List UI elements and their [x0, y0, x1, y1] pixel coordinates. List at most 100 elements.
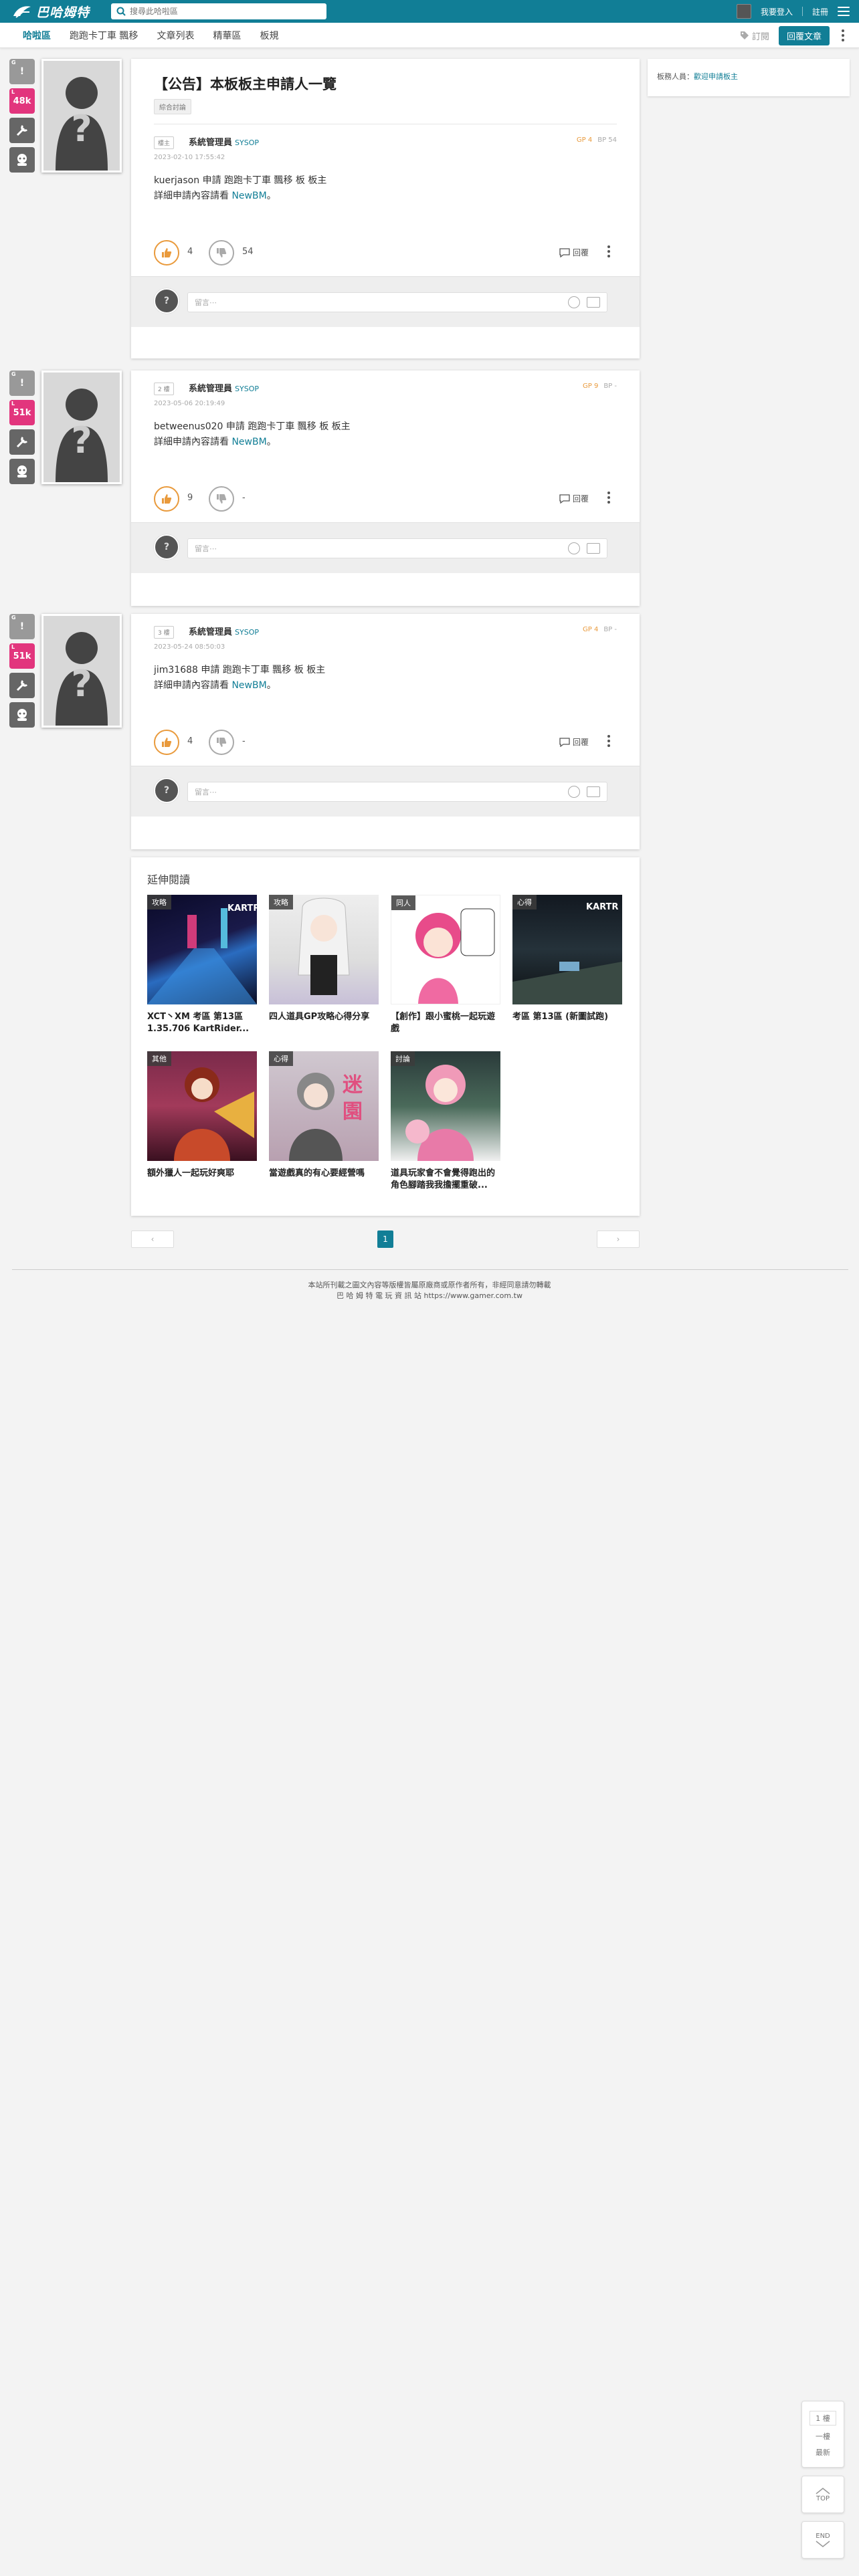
related-thumbnail[interactable]: 其他 — [147, 1051, 257, 1161]
related-thumbnail[interactable]: KARTR 攻略 — [147, 895, 257, 1004]
level-badge[interactable]: L 51k — [9, 643, 35, 669]
post-card: 2 樓 系統管理員 SYSOP GP 9 BP - 2023-05-06 20:19… — [131, 370, 640, 606]
search-box[interactable] — [111, 3, 326, 19]
emoji-icon[interactable] — [568, 296, 580, 308]
user-avatar[interactable] — [736, 4, 751, 19]
reply-button[interactable]: 回覆 — [559, 247, 589, 258]
related-card[interactable]: KARTR 心得 考區 第13區 (新圖試跑) — [512, 895, 622, 1023]
comment-bar: ? 留言⋯ — [131, 766, 640, 817]
newbm-link[interactable]: NewBM — [231, 191, 266, 201]
tools-badge-icon[interactable] — [9, 673, 35, 698]
login-link[interactable]: 我要登入 — [761, 6, 793, 17]
mascot-badge-icon[interactable] — [9, 459, 35, 484]
emoji-icon[interactable] — [568, 786, 580, 798]
author-avatar[interactable]: ? — [41, 614, 122, 728]
gp-button[interactable] — [154, 486, 179, 512]
related-thumbnail[interactable]: 攻略 — [269, 895, 379, 1004]
svg-text:?: ? — [71, 419, 92, 461]
author-avatar[interactable]: ? — [41, 59, 122, 173]
board-staff-card: 板務人員：歡迎申請板主 — [648, 59, 850, 96]
rank-badge[interactable]: G! — [9, 614, 35, 639]
author-uid[interactable]: SYSOP — [235, 628, 259, 637]
comment-input[interactable]: 留言⋯ — [187, 782, 607, 802]
unknown-user-icon: ? — [43, 372, 120, 482]
newbm-link[interactable]: NewBM — [231, 680, 266, 691]
back-to-top-button[interactable]: TOP — [801, 2476, 844, 2513]
thumbs-up-icon — [162, 248, 172, 257]
related-card[interactable]: 其他 額外獵人一起玩好爽耶 — [147, 1051, 257, 1180]
related-thumbnail[interactable]: 討論 — [391, 1051, 500, 1161]
related-card[interactable]: 同人 【創作】跟小蜜桃一起玩遊戲 — [391, 895, 500, 1035]
gp-button[interactable] — [154, 240, 179, 265]
image-upload-icon[interactable] — [587, 786, 600, 797]
more-options-icon[interactable] — [605, 492, 613, 504]
more-options-icon[interactable] — [605, 735, 613, 747]
next-page-button[interactable]: › — [597, 1230, 640, 1248]
author-name[interactable]: 系統管理員 SYSOP — [189, 135, 259, 148]
site-logo[interactable]: 巴哈姆特 — [12, 3, 99, 20]
related-card[interactable]: 攻略 四人道具GP攻略心得分享 — [269, 895, 379, 1023]
bp-count: 54 — [242, 247, 254, 257]
subscribe-button[interactable]: 訂閱 — [740, 29, 769, 42]
bp-button[interactable] — [209, 240, 234, 265]
search-icon[interactable] — [116, 7, 126, 16]
tools-badge-icon[interactable] — [9, 118, 35, 143]
bp-button[interactable] — [209, 486, 234, 512]
comment-input[interactable]: 留言⋯ — [187, 538, 607, 558]
gp-button[interactable] — [154, 730, 179, 755]
level-badge[interactable]: L 48k — [9, 88, 35, 114]
emoji-icon[interactable] — [568, 542, 580, 554]
nav-item-forum[interactable]: 哈啦區 — [13, 23, 60, 48]
image-upload-icon[interactable] — [587, 297, 600, 308]
related-card[interactable]: 討論 道具玩家會不會覺得跑出的角色腳踏我我擔擺重破... — [391, 1051, 500, 1192]
rank-badge[interactable]: G! — [9, 59, 35, 84]
tools-badge-icon[interactable] — [9, 429, 35, 455]
rank-badge[interactable]: G! — [9, 370, 35, 396]
jump-latest[interactable]: 最新 — [816, 2447, 830, 2458]
post-body: jim31688 申請 跑跑卡丁車 飄移 板 板主 詳細申請內容請看 NewBM… — [154, 665, 326, 691]
bp-button[interactable] — [209, 730, 234, 755]
go-to-end-button[interactable]: END — [801, 2521, 844, 2559]
search-input[interactable] — [130, 7, 317, 16]
current-page[interactable]: 1 — [377, 1230, 393, 1248]
mascot-badge-icon[interactable] — [9, 147, 35, 173]
related-card[interactable]: KARTR 攻略 XCT丶XM 考區 第13區 1.35.706 KartRid… — [147, 895, 257, 1035]
svg-text:KARTR: KARTR — [227, 903, 257, 914]
more-options-icon[interactable] — [839, 29, 847, 41]
menu-icon[interactable] — [838, 7, 850, 16]
post-gp-bp: GP 4 BP 54 — [576, 136, 617, 144]
commenter-avatar: ? — [154, 778, 179, 803]
prev-page-button[interactable]: ‹ — [131, 1230, 174, 1248]
nav-item-article-list[interactable]: 文章列表 — [147, 23, 203, 48]
author-name[interactable]: 系統管理員 SYSOP — [189, 381, 259, 394]
nav-item-rules[interactable]: 板規 — [250, 23, 288, 48]
author-uid[interactable]: SYSOP — [235, 385, 259, 393]
mascot-badge-icon[interactable] — [9, 702, 35, 728]
author-avatar[interactable]: ? — [41, 370, 122, 484]
related-thumbnail[interactable]: 迷園 心得 — [269, 1051, 379, 1161]
level-badge[interactable]: L 51k — [9, 400, 35, 425]
author-uid[interactable]: SYSOP — [235, 138, 259, 147]
reply-article-button[interactable]: 回覆文章 — [778, 25, 830, 45]
jump-first-floor[interactable]: 一樓 — [816, 2431, 830, 2442]
author-name[interactable]: 系統管理員 SYSOP — [189, 625, 259, 637]
related-card[interactable]: 迷園 心得 當遊戲真的有心要經營嗎 — [269, 1051, 379, 1180]
newbm-link[interactable]: NewBM — [231, 437, 266, 447]
more-options-icon[interactable] — [605, 245, 613, 257]
apply-moderator-link[interactable]: 歡迎申請板主 — [694, 72, 738, 81]
related-thumbnail[interactable]: 同人 — [391, 895, 500, 1004]
reply-button[interactable]: 回覆 — [559, 493, 589, 504]
related-title: XCT丶XM 考區 第13區 1.35.706 KartRider... — [147, 1012, 250, 1034]
floor-input[interactable]: 1 樓 — [809, 2411, 836, 2426]
related-title: 【創作】跟小蜜桃一起玩遊戲 — [391, 1012, 496, 1034]
nav-item-featured[interactable]: 精華區 — [203, 23, 250, 48]
nav-item-board[interactable]: 跑跑卡丁車 飄移 — [60, 23, 147, 48]
register-link[interactable]: 註冊 — [812, 6, 828, 17]
reply-button[interactable]: 回覆 — [559, 736, 589, 748]
related-thumbnail[interactable]: KARTR 心得 — [512, 895, 622, 1004]
topic-category-tag[interactable]: 綜合討論 — [154, 99, 191, 114]
post-gp-bp: GP 4 BP - — [582, 626, 617, 633]
image-upload-icon[interactable] — [587, 543, 600, 554]
thumbs-down-icon — [217, 494, 227, 504]
comment-input[interactable]: 留言⋯ — [187, 292, 607, 312]
